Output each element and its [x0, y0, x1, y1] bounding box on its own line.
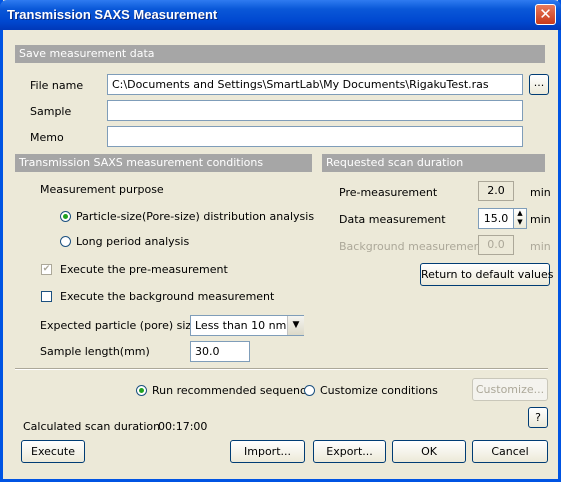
data-measurement-duration-input[interactable]: 15.0: [478, 208, 514, 229]
calculated-duration-label: Calculated scan duration: [23, 420, 161, 433]
ok-button[interactable]: OK: [392, 440, 466, 463]
particle-size-select-value: Less than 10 nm: [195, 319, 287, 332]
long-period-option-label[interactable]: Long period analysis: [76, 235, 189, 248]
export-button[interactable]: Export...: [313, 440, 386, 463]
cancel-button[interactable]: Cancel: [472, 440, 548, 463]
particle-size-label: Expected particle (pore) size: [40, 319, 198, 332]
execute-button[interactable]: Execute: [21, 440, 85, 463]
file-name-label: File name: [30, 79, 84, 92]
duration-section-header: Requested scan duration: [322, 154, 545, 172]
data-measurement-duration-label: Data measurement: [339, 213, 446, 226]
sample-label: Sample: [30, 105, 72, 118]
calculated-duration-value: 00:17:00: [158, 420, 208, 433]
return-default-button[interactable]: Return to default values: [420, 263, 554, 286]
save-section-header: Save measurement data: [15, 45, 545, 63]
long-period-radio[interactable]: [60, 236, 71, 247]
chevron-down-icon[interactable]: ▼: [287, 316, 304, 335]
background-checkbox[interactable]: [41, 291, 52, 302]
pre-measurement-duration-label: Pre-measurement: [339, 186, 438, 199]
pre-measurement-duration-value: 2.0: [478, 181, 514, 201]
recommended-sequence-label[interactable]: Run recommended sequence: [152, 384, 313, 397]
background-check-label[interactable]: Execute the background measurement: [60, 290, 274, 303]
window-title: Transmission SAXS Measurement: [7, 7, 218, 22]
customize-conditions-radio[interactable]: [304, 385, 315, 396]
purpose-label: Measurement purpose: [40, 183, 164, 196]
separator: [15, 368, 548, 370]
recommended-sequence-radio[interactable]: [136, 385, 147, 396]
file-name-input[interactable]: C:\Documents and Settings\SmartLab\My Do…: [107, 74, 523, 95]
data-measurement-unit: min: [530, 213, 551, 226]
customize-button[interactable]: Customize...: [472, 378, 548, 401]
help-button[interactable]: ?: [528, 407, 548, 428]
sample-input[interactable]: [107, 100, 523, 121]
import-button[interactable]: Import...: [230, 440, 305, 463]
background-duration-value: 0.0: [478, 235, 514, 255]
particle-size-radio[interactable]: [60, 211, 71, 222]
pre-measurement-checkbox[interactable]: ✔: [41, 264, 52, 275]
background-duration-label: Background measurement: [339, 240, 485, 253]
particle-size-option-label[interactable]: Particle-size(Pore-size) distribution an…: [76, 210, 314, 223]
sample-length-label: Sample length(mm): [40, 345, 150, 358]
title-bar[interactable]: Transmission SAXS Measurement ✕: [0, 0, 561, 30]
pre-measurement-check-label[interactable]: Execute the pre-measurement: [60, 263, 228, 276]
memo-label: Memo: [30, 131, 64, 144]
browse-button[interactable]: ...: [529, 74, 549, 95]
pre-measurement-unit: min: [530, 186, 551, 199]
memo-input[interactable]: [107, 126, 523, 147]
background-duration-unit: min: [530, 240, 551, 253]
duration-spinner[interactable]: ▲ ▼: [513, 208, 527, 229]
conditions-section-header: Transmission SAXS measurement conditions: [15, 154, 312, 172]
customize-conditions-label[interactable]: Customize conditions: [320, 384, 438, 397]
sample-length-input[interactable]: 30.0: [190, 341, 250, 362]
close-button[interactable]: ✕: [535, 4, 556, 25]
